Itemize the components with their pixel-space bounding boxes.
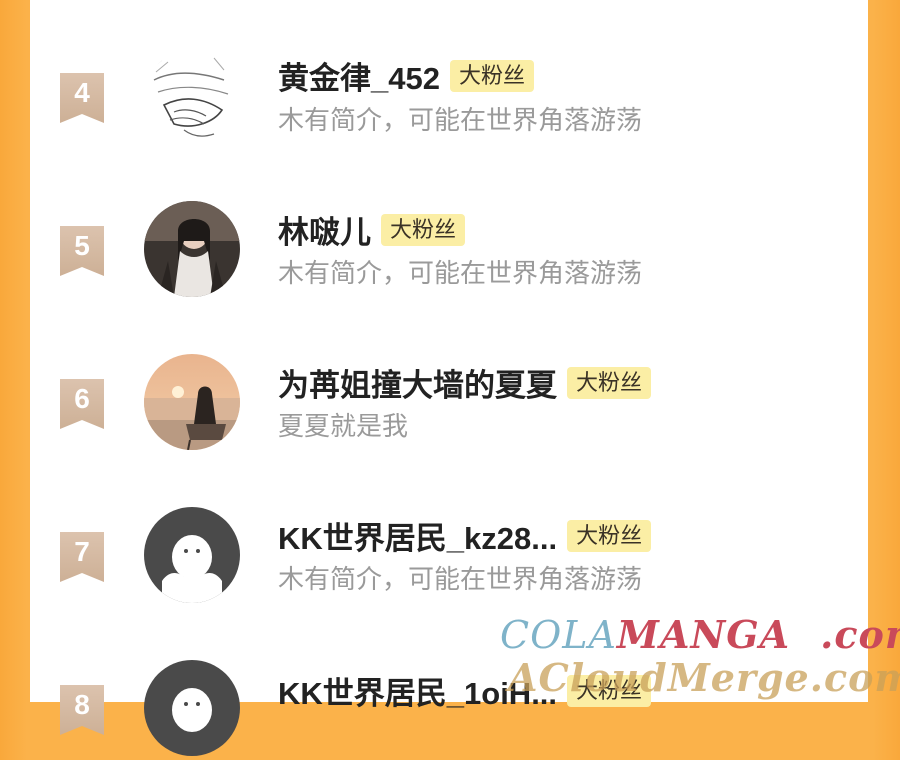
watermark-acloudmerge: ACloudMerge.com	[508, 655, 900, 700]
avatar[interactable]	[144, 507, 240, 603]
fan-badge: 大粉丝	[449, 59, 534, 92]
avatar[interactable]	[144, 201, 240, 297]
default-avatar-icon	[144, 660, 240, 756]
watermark-colamanga: COLAMANGA .com	[500, 612, 900, 657]
rank-number: 6	[74, 383, 90, 414]
username[interactable]: 黄金律_452	[278, 53, 440, 98]
rank-number: 8	[74, 689, 90, 720]
avatar[interactable]	[144, 50, 240, 146]
fan-ranking-panel: 4 黄金律_452 大粉丝 木有简介，可能在世界角落游荡 5 林啵儿 大粉丝 木…	[30, 0, 868, 756]
watermark-part: MANGA	[616, 612, 791, 657]
fan-badge: 大粉丝	[567, 519, 652, 552]
photo-sunset-sea-icon	[144, 354, 240, 450]
list-item[interactable]: 5 林啵儿 大粉丝 木有简介，可能在世界角落游荡	[30, 181, 868, 301]
name-line: 林啵儿 大粉丝	[278, 207, 466, 252]
sketch-hands-icon	[144, 50, 240, 146]
default-avatar-icon	[144, 507, 240, 603]
rank-flag: 6	[60, 379, 104, 429]
rank-number: 4	[74, 77, 90, 108]
user-bio: 木有简介，可能在世界角落游荡	[278, 258, 643, 288]
rank-flag: 5	[60, 226, 104, 276]
fan-badge: 大粉丝	[567, 366, 652, 399]
fan-badge: 大粉丝	[381, 213, 466, 246]
avatar[interactable]	[144, 660, 240, 756]
rank-flag: 4	[60, 73, 104, 123]
name-line: KK世界居民_kz28... 大粉丝	[278, 513, 652, 558]
photo-girl-scarf-icon	[144, 201, 240, 297]
rank-number: 7	[74, 536, 90, 567]
username[interactable]: 林啵儿	[278, 207, 371, 252]
user-bio: 木有简介，可能在世界角落游荡	[278, 105, 643, 135]
name-line: 为苒姐撞大墙的夏夏 大粉丝	[278, 360, 652, 405]
rank-number: 5	[74, 230, 90, 261]
user-bio: 木有简介，可能在世界角落游荡	[278, 564, 643, 594]
user-bio: 夏夏就是我	[278, 411, 409, 441]
rank-flag: 8	[60, 685, 104, 735]
watermark-part: .com	[820, 612, 900, 657]
username[interactable]: KK世界居民_kz28...	[278, 513, 557, 558]
name-line: 黄金律_452 大粉丝	[278, 53, 534, 98]
list-item[interactable]: 6 为苒姐撞大墙的夏夏 大粉丝 夏夏就是我	[30, 334, 868, 454]
avatar[interactable]	[144, 354, 240, 450]
rank-flag: 7	[60, 532, 104, 582]
watermark-part: COLA	[500, 613, 617, 657]
username[interactable]: 为苒姐撞大墙的夏夏	[278, 360, 557, 405]
list-item[interactable]: 4 黄金律_452 大粉丝 木有简介，可能在世界角落游荡	[30, 28, 868, 148]
list-item[interactable]: 7 KK世界居民_kz28... 大粉丝 木有简介，可能在世界角落游荡	[30, 487, 868, 607]
